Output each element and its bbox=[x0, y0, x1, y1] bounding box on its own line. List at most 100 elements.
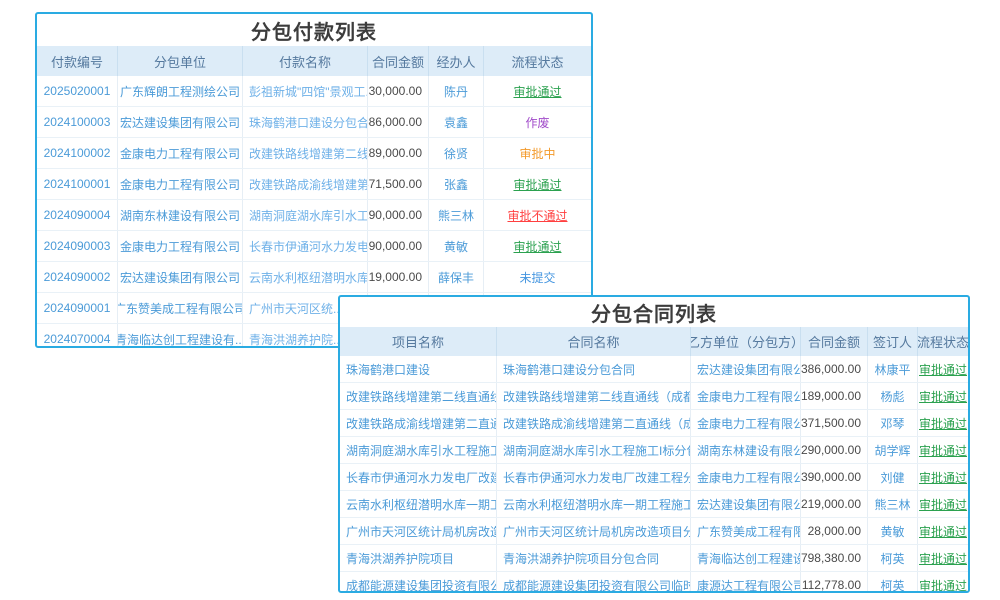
contracts-cell-party[interactable]: 宏达建设集团有限公司 bbox=[690, 356, 800, 382]
table-row: 广州市天河区统计局机房改造项目广州市天河区统计局机房改造项目分包...广东赞美成… bbox=[340, 517, 968, 544]
payments-cell-name[interactable]: 改建铁路线增建第二线... bbox=[242, 138, 367, 168]
payments-cell-unit[interactable]: 金康电力工程有限公司 bbox=[117, 138, 242, 168]
contracts-cell-project[interactable]: 成都能源建设集团投资有限公司... bbox=[340, 572, 496, 593]
payments-cell-id[interactable]: 2024100002 bbox=[37, 138, 117, 168]
contracts-cell-amount: 290,000.00 bbox=[800, 437, 867, 463]
contracts-cell-contract[interactable]: 改建铁路线增建第二线直通线（成都-西... bbox=[496, 383, 690, 409]
payments-cell-id[interactable]: 2025020001 bbox=[37, 76, 117, 106]
contracts-cell-contract[interactable]: 珠海鹤港口建设分包合同 bbox=[496, 356, 690, 382]
payments-cell-id[interactable]: 2024090003 bbox=[37, 231, 117, 261]
contracts-cell-party[interactable]: 金康电力工程有限公司 bbox=[690, 410, 800, 436]
payments-cell-status[interactable]: 审批通过 bbox=[483, 76, 591, 106]
contracts-cell-party[interactable]: 宏达建设集团有限公司 bbox=[690, 491, 800, 517]
payments-cell-handler[interactable]: 薛保丰 bbox=[428, 262, 483, 292]
column-header-contract-amount: 合同金额 bbox=[800, 327, 867, 356]
contracts-cell-party[interactable]: 广东赞美成工程有限... bbox=[690, 518, 800, 544]
contracts-cell-signer[interactable]: 杨彪 bbox=[867, 383, 917, 409]
contracts-cell-contract[interactable]: 改建铁路成渝线增建第二直通线（成渝... bbox=[496, 410, 690, 436]
contracts-cell-contract[interactable]: 长春市伊通河水力发电厂改建工程分包... bbox=[496, 464, 690, 490]
contracts-cell-status[interactable]: 审批通过 bbox=[917, 356, 968, 382]
payments-cell-id[interactable]: 2024090001 bbox=[37, 293, 117, 323]
contracts-cell-party[interactable]: 湖南东林建设有限公司 bbox=[690, 437, 800, 463]
payments-cell-status[interactable]: 审批通过 bbox=[483, 169, 591, 199]
payments-cell-handler[interactable]: 黄敏 bbox=[428, 231, 483, 261]
payments-cell-handler[interactable]: 徐贤 bbox=[428, 138, 483, 168]
contracts-cell-signer[interactable]: 熊三林 bbox=[867, 491, 917, 517]
payments-cell-status[interactable]: 审批中 bbox=[483, 138, 591, 168]
contracts-cell-contract[interactable]: 青海洪湖养护院项目分包合同 bbox=[496, 545, 690, 571]
contracts-cell-status[interactable]: 审批通过 bbox=[917, 410, 968, 436]
contracts-cell-project[interactable]: 湖南洞庭湖水库引水工程施工I标 bbox=[340, 437, 496, 463]
payments-cell-amount: 290,000.00 bbox=[367, 200, 428, 230]
contracts-cell-status[interactable]: 审批通过 bbox=[917, 518, 968, 544]
payments-cell-handler[interactable]: 袁鑫 bbox=[428, 107, 483, 137]
payments-cell-name[interactable]: 长春市伊通河水力发电... bbox=[242, 231, 367, 261]
payments-cell-name[interactable]: 湖南洞庭湖水库引水工... bbox=[242, 200, 367, 230]
contracts-cell-contract[interactable]: 湖南洞庭湖水库引水工程施工I标分包合同 bbox=[496, 437, 690, 463]
contracts-cell-contract[interactable]: 广州市天河区统计局机房改造项目分包... bbox=[496, 518, 690, 544]
contracts-cell-signer[interactable]: 黄敏 bbox=[867, 518, 917, 544]
contracts-cell-signer[interactable]: 林康平 bbox=[867, 356, 917, 382]
contracts-cell-party[interactable]: 青海临达创工程建设... bbox=[690, 545, 800, 571]
payments-cell-status[interactable]: 未提交 bbox=[483, 262, 591, 292]
table-row: 成都能源建设集团投资有限公司...成都能源建设集团投资有限公司临时办...康源达… bbox=[340, 571, 968, 593]
contracts-cell-party[interactable]: 康源达工程有限公司 bbox=[690, 572, 800, 593]
payments-cell-id[interactable]: 2024100001 bbox=[37, 169, 117, 199]
payments-cell-name[interactable]: 珠海鹤港口建设分包合... bbox=[242, 107, 367, 137]
contracts-cell-status[interactable]: 审批通过 bbox=[917, 545, 968, 571]
contracts-cell-project[interactable]: 长春市伊通河水力发电厂改建工程 bbox=[340, 464, 496, 490]
column-header-handler: 经办人 bbox=[428, 46, 483, 76]
contracts-cell-party[interactable]: 金康电力工程有限公司 bbox=[690, 383, 800, 409]
payments-cell-status[interactable]: 审批不通过 bbox=[483, 200, 591, 230]
payments-cell-name[interactable]: 云南水利枢纽潜明水库... bbox=[242, 262, 367, 292]
payments-cell-id[interactable]: 2024070004 bbox=[37, 324, 117, 348]
table-row: 2024090003金康电力工程有限公司长春市伊通河水力发电...390,000… bbox=[37, 230, 591, 261]
payments-cell-unit[interactable]: 宏达建设集团有限公司 bbox=[117, 262, 242, 292]
contracts-cell-amount: 371,500.00 bbox=[800, 410, 867, 436]
payments-cell-unit[interactable]: 宏达建设集团有限公司 bbox=[117, 107, 242, 137]
contracts-cell-signer[interactable]: 柯英 bbox=[867, 572, 917, 593]
column-header-payment-id: 付款编号 bbox=[37, 46, 117, 76]
payments-cell-status[interactable]: 审批通过 bbox=[483, 231, 591, 261]
column-header-contract-amount: 合同金额 bbox=[367, 46, 428, 76]
contracts-cell-status[interactable]: 审批通过 bbox=[917, 437, 968, 463]
payments-cell-handler[interactable]: 陈丹 bbox=[428, 76, 483, 106]
contracts-cell-signer[interactable]: 邓琴 bbox=[867, 410, 917, 436]
contracts-cell-amount: 390,000.00 bbox=[800, 464, 867, 490]
payments-cell-name[interactable]: 彭祖新城"四馆"景观工... bbox=[242, 76, 367, 106]
contracts-cell-contract[interactable]: 成都能源建设集团投资有限公司临时办... bbox=[496, 572, 690, 593]
payments-cell-status[interactable]: 作废 bbox=[483, 107, 591, 137]
payments-cell-unit[interactable]: 金康电力工程有限公司 bbox=[117, 169, 242, 199]
contracts-cell-contract[interactable]: 云南水利枢纽潜明水库一期工程施工I标... bbox=[496, 491, 690, 517]
payments-cell-handler[interactable]: 熊三林 bbox=[428, 200, 483, 230]
contracts-cell-project[interactable]: 改建铁路线增建第二线直通线（... bbox=[340, 383, 496, 409]
payments-cell-unit[interactable]: 金康电力工程有限公司 bbox=[117, 231, 242, 261]
payments-cell-unit[interactable]: 广东辉朗工程测绘公司 bbox=[117, 76, 242, 106]
contracts-cell-project[interactable]: 广州市天河区统计局机房改造项目 bbox=[340, 518, 496, 544]
payments-cell-handler[interactable]: 张鑫 bbox=[428, 169, 483, 199]
payments-cell-unit[interactable]: 青海临达创工程建设有... bbox=[117, 324, 242, 348]
payments-cell-amount: 371,500.00 bbox=[367, 169, 428, 199]
payments-cell-amount: 189,000.00 bbox=[367, 138, 428, 168]
contracts-cell-status[interactable]: 审批通过 bbox=[917, 383, 968, 409]
payments-cell-name[interactable]: 改建铁路成渝线增建第... bbox=[242, 169, 367, 199]
contracts-cell-signer[interactable]: 胡学辉 bbox=[867, 437, 917, 463]
contracts-cell-status[interactable]: 审批通过 bbox=[917, 464, 968, 490]
payments-cell-id[interactable]: 2024090004 bbox=[37, 200, 117, 230]
contracts-cell-party[interactable]: 金康电力工程有限公司 bbox=[690, 464, 800, 490]
payments-cell-unit[interactable]: 广东赞美成工程有限公司 bbox=[117, 293, 242, 323]
payments-cell-unit[interactable]: 湖南东林建设有限公司 bbox=[117, 200, 242, 230]
contracts-cell-project[interactable]: 云南水利枢纽潜明水库一期工程... bbox=[340, 491, 496, 517]
contracts-cell-project[interactable]: 珠海鹤港口建设 bbox=[340, 356, 496, 382]
contracts-cell-project[interactable]: 青海洪湖养护院项目 bbox=[340, 545, 496, 571]
contracts-cell-project[interactable]: 改建铁路成渝线增建第二直通线... bbox=[340, 410, 496, 436]
contracts-cell-signer[interactable]: 刘健 bbox=[867, 464, 917, 490]
contracts-cell-amount: 386,000.00 bbox=[800, 356, 867, 382]
contract-table-body: 珠海鹤港口建设珠海鹤港口建设分包合同宏达建设集团有限公司386,000.00林康… bbox=[340, 356, 968, 593]
contracts-cell-signer[interactable]: 柯英 bbox=[867, 545, 917, 571]
contracts-cell-status[interactable]: 审批通过 bbox=[917, 491, 968, 517]
payments-cell-id[interactable]: 2024100003 bbox=[37, 107, 117, 137]
contracts-cell-status[interactable]: 审批通过 bbox=[917, 572, 968, 593]
contracts-cell-amount: 798,380.00 bbox=[800, 545, 867, 571]
payments-cell-id[interactable]: 2024090002 bbox=[37, 262, 117, 292]
